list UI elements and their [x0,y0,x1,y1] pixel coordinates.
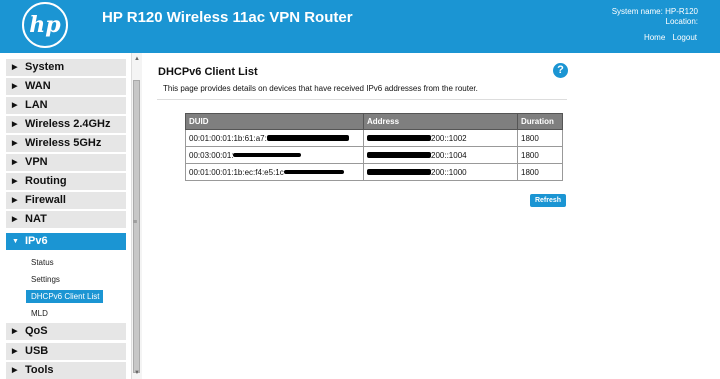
hp-logo[interactable]: hp [22,2,68,48]
refresh-button[interactable]: Refresh [530,194,566,207]
sidebar-item-nat[interactable]: ▶ NAT [6,211,126,228]
sidebar-scrollbar[interactable]: ▲ ≡ ▼ [131,53,142,379]
scroll-up-icon[interactable]: ▲ [134,56,140,62]
sidebar-item-firewall[interactable]: ▶ Firewall [6,192,126,209]
submenu-item-settings[interactable]: Settings [26,273,64,286]
chevron-right-icon: ▶ [12,328,18,335]
column-header-address: Address [363,113,518,130]
duration-cell: 1800 [517,146,563,164]
system-name-label: System name: [611,7,663,16]
redacted-mark [283,170,344,175]
sidebar-item-label: Tools [25,364,54,376]
system-info: System name: HP-R120 Location: [612,7,698,27]
submenu-item-mld[interactable]: MLD [26,307,52,320]
address-cell: 200::1004 [363,146,518,164]
redacted-mark [367,169,431,176]
duid-value: 00:01:00:01:1b:ec:f4:e5:1c [189,167,284,177]
logout-link[interactable]: Logout [673,33,697,42]
sidebar-item-label: LAN [25,99,48,111]
duid-value: 00:01:00:01:1b:61:a7: [189,133,267,143]
sidebar-item-ipv6[interactable]: ▼ IPv6 [6,233,126,250]
sidebar-item-usb[interactable]: ▶ USB [6,343,126,360]
client-table: DUID Address Duration 00:01:00:01:1b:61:… [185,113,563,181]
sidebar-item-label: VPN [25,156,48,168]
scroll-down-icon[interactable]: ▼ [134,370,140,376]
system-name-value: HP-R120 [665,7,698,16]
duid-value: 00:03:00:01: [189,150,234,160]
table-row: 00:03:00:01: 200::1004 1800 [185,146,563,164]
sidebar-item-wireless-5ghz[interactable]: ▶ Wireless 5GHz [6,135,126,152]
scrollbar-thumb[interactable] [133,80,140,373]
chevron-right-icon: ▶ [12,140,18,147]
chevron-right-icon: ▶ [12,83,18,90]
chevron-right-icon: ▶ [12,64,18,71]
header-links: Home Logout [639,33,697,42]
chevron-right-icon: ▶ [12,159,18,166]
sidebar-item-label: IPv6 [25,235,48,247]
redacted-mark [367,135,431,142]
grip-icon: ≡ [133,219,138,226]
address-value: 200::1002 [431,133,467,143]
sidebar-item-qos[interactable]: ▶ QoS [6,323,126,340]
address-cell: 200::1000 [363,163,518,181]
redacted-mark [367,152,431,159]
router-title: HP R120 Wireless 11ac VPN Router [102,9,353,26]
sidebar-item-label: Wireless 5GHz [25,137,102,149]
page-title: DHCPv6 Client List [158,66,258,78]
table-row: 00:01:00:01:1b:61:a7: 200::1002 1800 [185,129,563,147]
address-value: 200::1000 [431,167,467,177]
chevron-right-icon: ▶ [12,178,18,185]
submenu-item-dhcpv6-client-list[interactable]: DHCPv6 Client List [26,290,104,303]
sidebar-item-label: System [25,61,65,73]
location-label: Location: [665,17,698,26]
sidebar-item-wireless-24ghz[interactable]: ▶ Wireless 2.4GHz [6,116,126,133]
table-row: 00:01:00:01:1b:ec:f4:e5:1c 200::1000 180… [185,163,563,181]
help-icon[interactable]: ? [553,63,568,78]
column-header-duid: DUID [185,113,364,130]
sidebar-item-label: WAN [25,80,51,92]
header-bar: hp HP R120 Wireless 11ac VPN Router Syst… [0,0,720,53]
duid-cell: 00:01:00:01:1b:ec:f4:e5:1c [185,163,364,181]
sidebar-item-label: Wireless 2.4GHz [25,118,111,130]
sidebar-item-label: Routing [25,175,67,187]
duid-cell: 00:03:00:01: [185,146,364,164]
page-description: This page provides details on devices th… [163,84,478,93]
chevron-right-icon: ▶ [12,197,18,204]
redacted-mark [266,135,349,142]
column-header-duration: Duration [517,113,563,130]
sidebar-item-label: USB [25,345,49,357]
divider [157,99,567,100]
sidebar-item-label: QoS [25,325,48,337]
sidebar-item-wan[interactable]: ▶ WAN [6,78,126,95]
chevron-right-icon: ▶ [12,348,18,355]
chevron-down-icon: ▼ [12,238,19,245]
sidebar-item-routing[interactable]: ▶ Routing [6,173,126,190]
chevron-right-icon: ▶ [12,102,18,109]
chevron-right-icon: ▶ [12,367,18,374]
duration-cell: 1800 [517,163,563,181]
address-cell: 200::1002 [363,129,518,147]
sidebar-item-label: Firewall [25,194,66,206]
home-link[interactable]: Home [644,33,665,42]
chevron-right-icon: ▶ [12,121,18,128]
sidebar: ▶ System ▶ WAN ▶ LAN ▶ Wireless 2.4GHz ▶ Wire… [0,53,130,379]
chevron-right-icon: ▶ [12,216,18,223]
sidebar-item-label: NAT [25,213,47,225]
redacted-mark [233,153,302,158]
duid-cell: 00:01:00:01:1b:61:a7: [185,129,364,147]
sidebar-item-tools[interactable]: ▶ Tools [6,362,126,379]
address-value: 200::1004 [431,150,467,160]
sidebar-item-vpn[interactable]: ▶ VPN [6,154,126,171]
submenu-item-status[interactable]: Status [26,256,58,269]
table-header-row: DUID Address Duration [185,113,563,130]
duration-cell: 1800 [517,129,563,147]
sidebar-item-lan[interactable]: ▶ LAN [6,97,126,114]
sidebar-item-system[interactable]: ▶ System [6,59,126,76]
